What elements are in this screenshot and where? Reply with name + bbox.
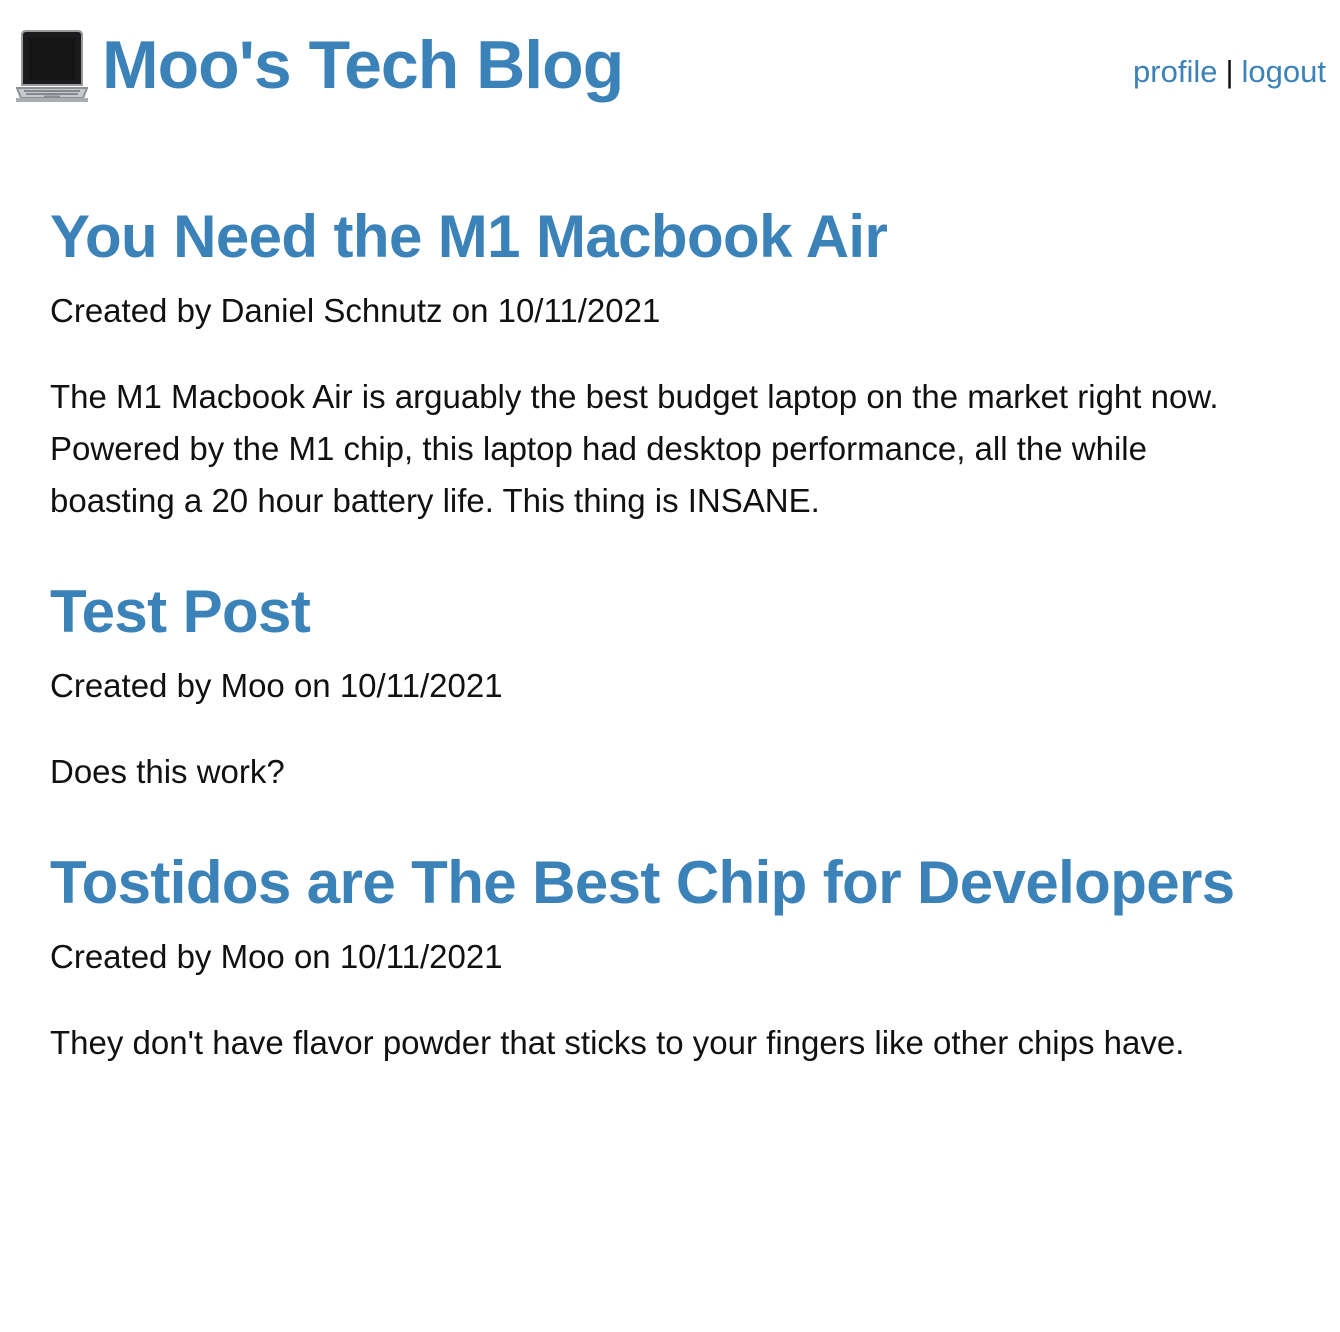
- post-meta: Created by Moo on 10/11/2021: [50, 938, 503, 975]
- nav-separator: |: [1225, 54, 1234, 89]
- blog-post: Test Post Created by Moo on 10/11/2021 D…: [50, 565, 1310, 798]
- blog-post: Tostidos are The Best Chip for Developer…: [50, 836, 1310, 1069]
- site-header: Moo's Tech Blog profile | logout: [0, 0, 1340, 130]
- profile-link[interactable]: profile: [1133, 54, 1217, 89]
- post-title-link[interactable]: You Need the M1 Macbook Air: [50, 190, 1310, 284]
- post-body: The M1 Macbook Air is arguably the best …: [50, 378, 1219, 519]
- post-meta: Created by Moo on 10/11/2021: [50, 667, 503, 704]
- site-title: Moo's Tech Blog: [102, 27, 624, 103]
- post-body: They don't have flavor powder that stick…: [50, 1024, 1185, 1061]
- posts-list: You Need the M1 Macbook Air Created by D…: [50, 190, 1310, 1107]
- user-navigation: profile | logout: [1133, 52, 1326, 92]
- blog-page: Moo's Tech Blog profile | logout You Need …: [0, 0, 1340, 1332]
- site-home-link[interactable]: Moo's Tech Blog: [15, 22, 624, 108]
- post-meta: Created by Daniel Schnutz on 10/11/2021: [50, 292, 661, 329]
- post-title-link[interactable]: Tostidos are The Best Chip for Developer…: [50, 836, 1310, 930]
- post-body: Does this work?: [50, 753, 285, 790]
- logout-link[interactable]: logout: [1242, 54, 1326, 89]
- post-title-link[interactable]: Test Post: [50, 565, 1310, 659]
- laptop-icon: [15, 27, 89, 103]
- blog-post: You Need the M1 Macbook Air Created by D…: [50, 190, 1310, 527]
